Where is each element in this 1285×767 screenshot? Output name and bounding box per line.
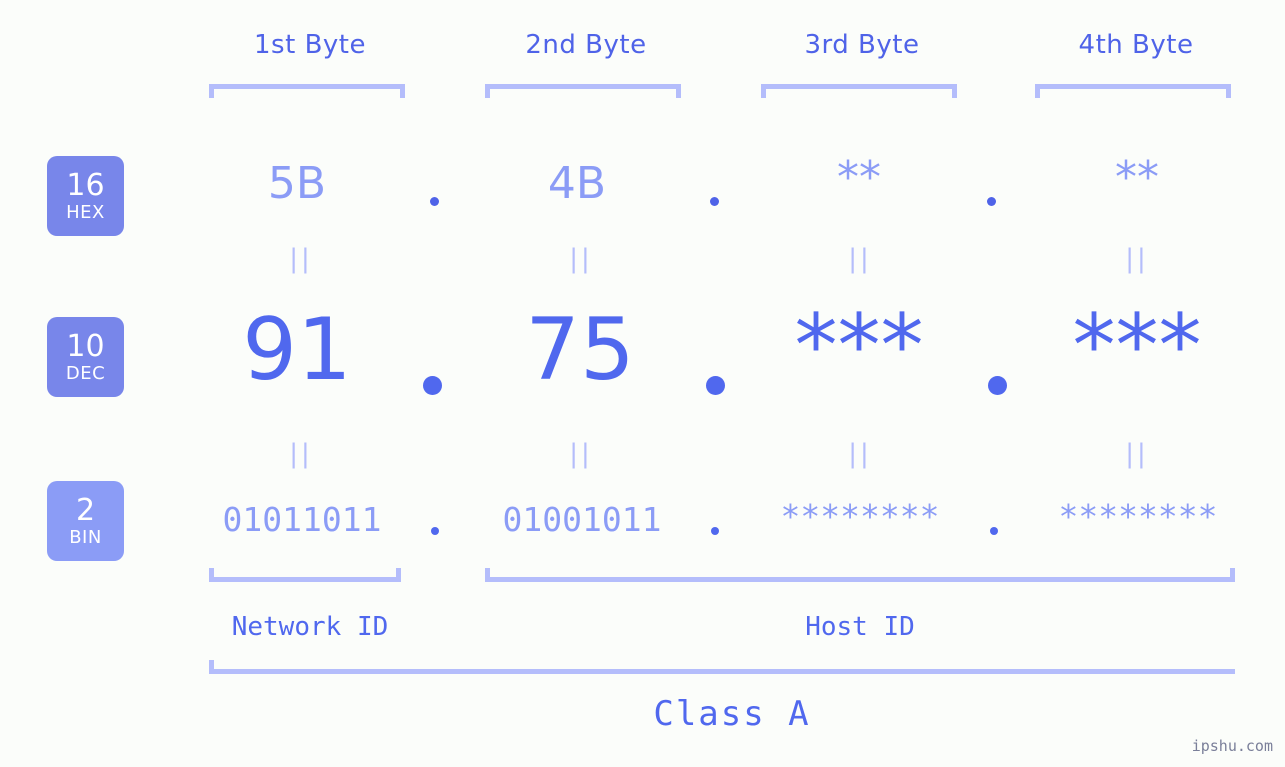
byte-header-2: 2nd Byte: [525, 30, 647, 60]
byte-bracket-top-2: [485, 84, 681, 98]
dec-value-byte-3: ***: [794, 296, 924, 396]
base-badge-bin-number: 2: [75, 492, 96, 528]
base-badge-hex-name: HEX: [66, 201, 105, 223]
class-bracket: [209, 660, 1235, 674]
bin-separator-dot-1: [431, 527, 439, 535]
equals-mark-hex-dec-3: ||: [848, 244, 872, 274]
bin-value-byte-2: 01001011: [502, 500, 662, 539]
bin-separator-dot-2: [711, 527, 719, 535]
base-badge-hex: 16 HEX: [47, 156, 124, 236]
hex-separator-dot-3: [987, 197, 996, 206]
ip-address-breakdown-diagram: 1st Byte 2nd Byte 3rd Byte 4th Byte 16 H…: [0, 0, 1285, 767]
bin-value-byte-4: ********: [1058, 497, 1218, 536]
equals-mark-dec-bin-4: ||: [1125, 439, 1149, 469]
byte-header-4: 4th Byte: [1078, 30, 1194, 60]
base-badge-bin: 2 BIN: [47, 481, 124, 561]
network-id-bracket: [209, 568, 401, 582]
byte-bracket-top-3: [761, 84, 957, 98]
byte-bracket-top-4: [1035, 84, 1231, 98]
byte-header-3: 3rd Byte: [804, 30, 920, 60]
byte-bracket-top-1: [209, 84, 405, 98]
site-watermark: ipshu.com: [1191, 737, 1273, 755]
base-badge-hex-number: 16: [66, 167, 105, 203]
host-id-label: Host ID: [805, 612, 915, 642]
base-badge-bin-name: BIN: [69, 526, 102, 548]
dec-value-byte-4: ***: [1072, 296, 1202, 396]
equals-mark-dec-bin-2: ||: [569, 439, 593, 469]
equals-mark-hex-dec-4: ||: [1125, 244, 1149, 274]
equals-mark-dec-bin-3: ||: [848, 439, 872, 469]
dec-separator-dot-3: [988, 376, 1007, 395]
hex-value-byte-1: 5B: [267, 158, 327, 209]
hex-value-byte-4: **: [1115, 152, 1159, 203]
network-id-label: Network ID: [231, 612, 389, 642]
host-id-bracket: [485, 568, 1235, 582]
hex-value-byte-2: 4B: [547, 158, 607, 209]
bin-value-byte-3: ********: [780, 497, 940, 536]
equals-mark-hex-dec-1: ||: [289, 244, 313, 274]
base-badge-dec: 10 DEC: [47, 317, 124, 397]
dec-value-byte-2: 75: [525, 300, 635, 400]
equals-mark-hex-dec-2: ||: [569, 244, 593, 274]
class-label: Class A: [653, 694, 811, 734]
bin-separator-dot-3: [990, 527, 998, 535]
hex-separator-dot-2: [710, 197, 719, 206]
byte-header-1: 1st Byte: [254, 30, 366, 60]
hex-separator-dot-1: [430, 197, 439, 206]
base-badge-dec-name: DEC: [65, 362, 106, 384]
dec-separator-dot-1: [423, 376, 442, 395]
dec-value-byte-1: 91: [242, 300, 352, 400]
base-badge-dec-number: 10: [66, 328, 105, 364]
equals-mark-dec-bin-1: ||: [289, 439, 313, 469]
dec-separator-dot-2: [706, 376, 725, 395]
bin-value-byte-1: 01011011: [222, 500, 382, 539]
hex-value-byte-3: **: [837, 152, 881, 203]
